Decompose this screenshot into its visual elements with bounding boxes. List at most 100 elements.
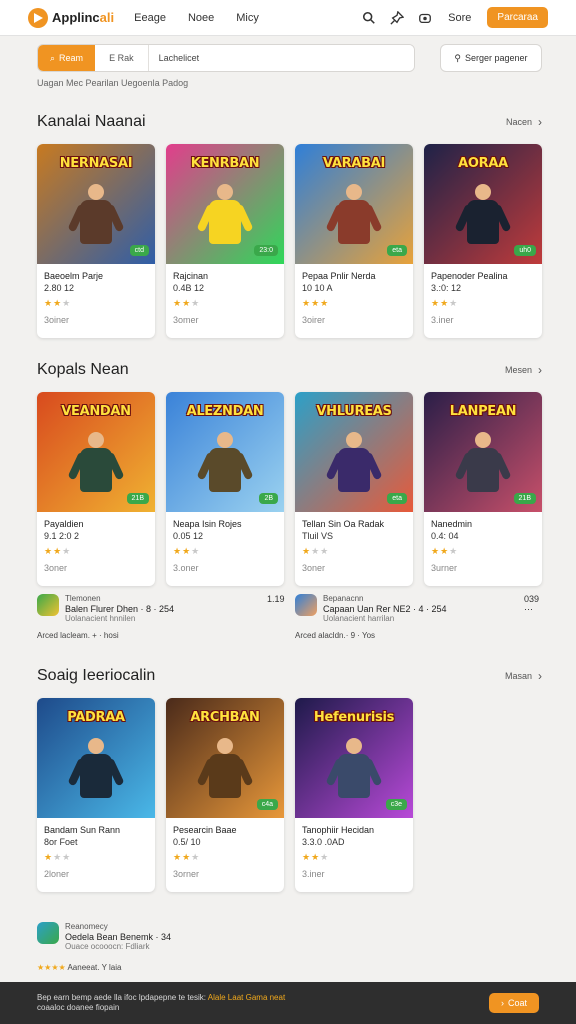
game-subtitle: 10 10 A <box>302 283 333 293</box>
sponsored-item-2[interactable]: Bepanacnn Capaan Uan Rer NE2 · 4 · 254 U… <box>295 594 447 624</box>
game-card[interactable]: Hefenurisis c3e Tanophiir Hecidan 3.3.0 … <box>295 698 413 892</box>
game-thumbnail: LANPEAN 21B <box>424 392 542 512</box>
game-meta: 3.oner <box>173 563 199 573</box>
section-header: Soaig Ieeriocalin Masan › <box>37 666 542 686</box>
card-info: Payaldien 9.1 2:0 2 ★★★ 3oner <box>37 512 155 573</box>
pin-icon[interactable] <box>388 9 406 27</box>
game-title: Tanophiir Hecidan <box>302 825 375 835</box>
game-thumbnail: VARABAI eta <box>295 144 413 264</box>
see-more-label: Mesen <box>504 365 532 375</box>
accept-button[interactable]: › Coat <box>488 993 539 1013</box>
see-more-link[interactable]: Mesen › <box>505 363 542 377</box>
logo[interactable]: Applincali <box>28 7 114 28</box>
ad-subtitle: Ouace ocooocn: Fdliark <box>65 942 150 951</box>
game-meta: 3.iner <box>302 869 325 879</box>
ad-text: Reanomecy Oedela Bean Benemk · 34 Ouace … <box>65 922 171 952</box>
game-card[interactable]: VHLUREAS eta Tellan Sin Oa Radak Tluil V… <box>295 392 413 586</box>
main-nav: Eeage Noee Micy <box>134 12 259 24</box>
filter-chip-active[interactable]: ⌕ Ream <box>38 45 96 71</box>
price-badge: eta <box>387 245 407 256</box>
rating-stars: ★★★ <box>302 852 330 862</box>
game-title: Tellan Sin Oa Radak <box>302 519 385 529</box>
game-subtitle: 0.4B 12 <box>173 283 205 293</box>
game-subtitle: Tluil VS <box>302 531 334 541</box>
game-art-title: VARABAI <box>322 156 386 171</box>
character-art <box>454 432 512 504</box>
filter-chip-active-label: Ream <box>59 53 84 63</box>
game-meta: 3oner <box>302 563 326 573</box>
game-title: Pepaa Pnlir Nerda <box>302 271 376 281</box>
game-art-title: AORAA <box>458 156 508 171</box>
rating-stars: ★★★ <box>173 546 201 556</box>
more-icon[interactable]: ⋯ <box>524 604 533 615</box>
game-meta: 2loner <box>44 869 70 879</box>
nav-item-1[interactable]: Eeage <box>134 12 166 24</box>
character-art <box>325 184 383 256</box>
game-thumbnail: Hefenurisis c3e <box>295 698 413 818</box>
see-more-label: Masan <box>504 671 532 681</box>
game-card[interactable]: ALEZNDAN 2B Neapa Isin Rojes 0.05 12 ★★★… <box>166 392 284 586</box>
ad-title: Balen Flurer Dhen · 8 · 254 <box>65 604 175 614</box>
gamepad-icon[interactable] <box>416 9 434 27</box>
filter-group: ⌕ Ream E Rak <box>37 44 415 72</box>
game-card[interactable]: AORAA uh0 Papenoder Pealina 3.:0: 12 ★★★… <box>424 144 542 338</box>
ad-number: 039 <box>524 594 540 604</box>
section-title: Kanalai Naanai <box>37 113 146 130</box>
game-card[interactable]: LANPEAN 21B Nanedmin 0.4: 04 ★★★ 3urner <box>424 392 542 586</box>
ad-footer-text: Aaneeat. Y laia <box>67 963 122 972</box>
ad-number: 1.19 <box>267 594 285 604</box>
game-card[interactable]: PADRAA Bandam Sun Rann 8or Foet ★★★ 2lon… <box>37 698 155 892</box>
section-header: Kanalai Naanai Nacen › <box>37 112 542 132</box>
price-badge: c3e <box>385 799 407 810</box>
character-art <box>325 738 383 810</box>
card-row: PADRAA Bandam Sun Rann 8or Foet ★★★ 2lon… <box>37 698 542 892</box>
filter-input[interactable] <box>148 45 414 71</box>
game-title: Pesearcin Baae <box>173 825 237 835</box>
chevron-right-icon: › <box>538 115 542 129</box>
character-art <box>67 184 125 256</box>
signup-button[interactable]: Parcaraa <box>487 7 548 28</box>
rating-stars: ★★★ <box>173 298 201 308</box>
search-icon: ⚲ <box>454 52 462 63</box>
game-card[interactable]: VEANDAN 21B Payaldien 9.1 2:0 2 ★★★ 3one… <box>37 392 155 586</box>
game-card[interactable]: NERNASAI ctd Baeoelm Parje 2.80 12 ★★★ 3… <box>37 144 155 338</box>
filter-chip-rank[interactable]: E Rak <box>95 45 149 71</box>
game-art-title: LANPEAN <box>449 404 517 419</box>
cookie-link[interactable]: Alale Laat Gama neat <box>208 993 285 1002</box>
section-3: Soaig Ieeriocalin Masan › PADRAA Bandam S… <box>37 666 542 892</box>
price-badge: ctd <box>129 245 149 256</box>
character-art <box>196 432 254 504</box>
cookie-text: Bep earn bemp aede lla ifoc lpdapepne te… <box>37 993 489 1013</box>
character-art <box>67 432 125 504</box>
nav-item-2[interactable]: Noee <box>188 12 214 24</box>
top-bar: Applincali Eeage Noee Micy Sore Parcaraa <box>0 0 576 36</box>
game-art-title: Hefenurisis <box>313 710 395 725</box>
game-card[interactable]: VARABAI eta Pepaa Pnlir Nerda 10 10 A ★★… <box>295 144 413 338</box>
game-thumbnail: ARCHBAN c4a <box>166 698 284 818</box>
sponsored-item-3[interactable]: Reanomecy Oedela Bean Benemk · 34 Ouace … <box>37 922 171 952</box>
game-card[interactable]: KENRBAN 23:0 Rajcinan 0.4B 12 ★★★ 3omer <box>166 144 284 338</box>
game-meta: 3oirer <box>302 315 326 325</box>
accept-label: Coat <box>507 998 527 1008</box>
game-card[interactable]: ARCHBAN c4a Pesearcin Baae 0.5/ 10 ★★★ 3… <box>166 698 284 892</box>
search-icon[interactable] <box>360 9 378 27</box>
sponsored-item-1[interactable]: Tlemonen Balen Flurer Dhen · 8 · 254 Uol… <box>37 594 174 624</box>
ad-subtitle: Uolanacient hnnilen <box>65 614 136 623</box>
login-link[interactable]: Sore <box>448 12 471 24</box>
rating-stars: ★★★ <box>44 852 72 862</box>
section-2: Kopals Nean Mesen › VEANDAN 21B Payaldien… <box>37 360 542 586</box>
filter-search-button[interactable]: ⚲ Serger pagener <box>440 44 542 72</box>
game-subtitle: 0.05 12 <box>173 531 204 541</box>
see-more-link[interactable]: Nacen › <box>506 115 542 129</box>
price-badge: 23:0 <box>254 245 278 256</box>
nav-item-3[interactable]: Micy <box>236 12 259 24</box>
game-title: Papenoder Pealina <box>431 271 508 281</box>
filter-search-label: Serger pagener <box>465 53 528 63</box>
ad-title: Capaan Uan Rer NE2 · 4 · 254 <box>323 604 447 614</box>
app-icon <box>295 594 317 616</box>
character-art <box>196 738 254 810</box>
game-art-title: NERNASAI <box>59 156 133 171</box>
see-more-link[interactable]: Masan › <box>505 669 542 683</box>
ad-footer: Arced lacleam. + · hosi <box>37 631 119 640</box>
chevron-right-icon: › <box>538 669 542 683</box>
